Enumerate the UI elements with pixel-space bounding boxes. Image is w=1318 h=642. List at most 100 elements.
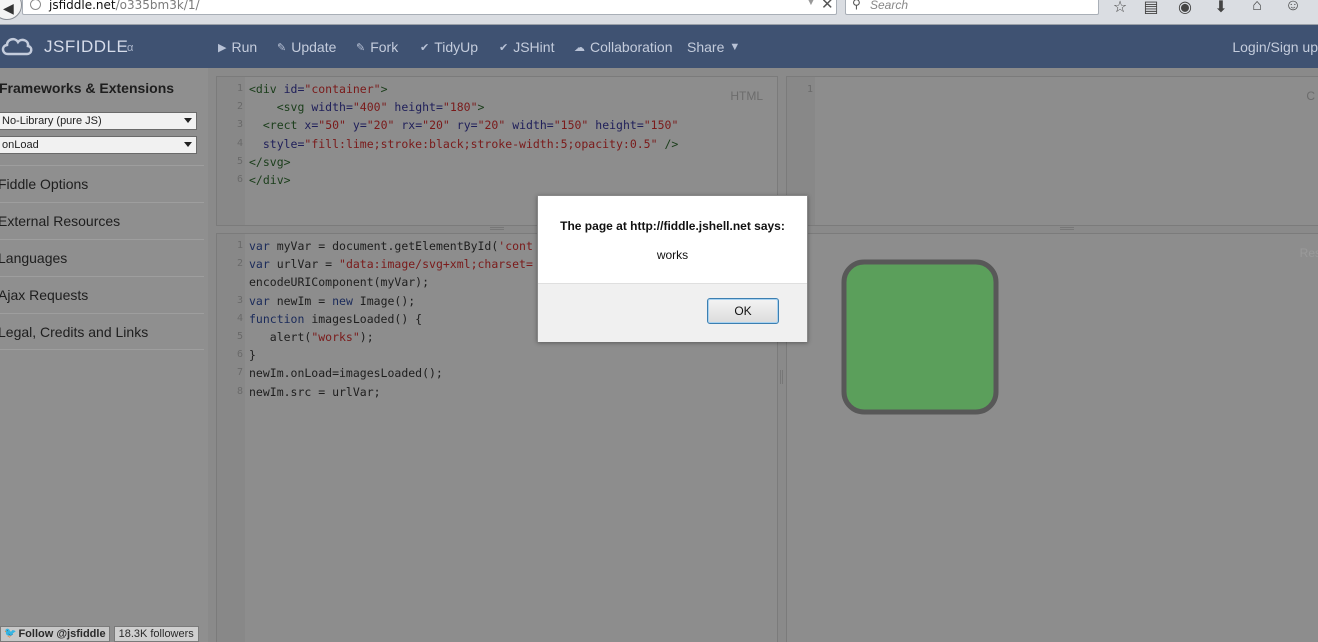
code-text: encodeURIComponent(myVar); bbox=[249, 275, 430, 290]
url-host: jsfiddle.net bbox=[49, 0, 116, 12]
code-text: var urlVar = "data:image/svg+xml;charset… bbox=[249, 257, 533, 272]
sidebar-item-fiddle-options[interactable]: Fiddle Options bbox=[0, 165, 204, 202]
sidebar-item-legal[interactable]: Legal, Credits and Links bbox=[0, 313, 204, 350]
css-editor-panel[interactable]: 1 C bbox=[786, 76, 1318, 226]
sidebar-item-external-resources[interactable]: External Resources bbox=[0, 202, 204, 239]
result-panel-label: Res bbox=[1299, 246, 1318, 260]
line-number: 1 bbox=[806, 84, 813, 95]
url-path: /o335bm3k/1/ bbox=[115, 0, 200, 12]
pocket-icon[interactable]: ◉ bbox=[1175, 0, 1195, 17]
url-text[interactable]: jsfiddle.net/o335bm3k/1/ bbox=[49, 0, 200, 12]
search-icon: ⚲ bbox=[852, 0, 861, 11]
code-text: <rect x="50" y="20" rx="20" ry="20" widt… bbox=[262, 118, 679, 133]
tidyup-button[interactable]: ✔ TidyUp bbox=[420, 39, 478, 55]
code-text: <svg width="400" height="180"> bbox=[276, 100, 485, 115]
line-number: 6 bbox=[236, 349, 243, 361]
bookmarks-list-icon[interactable]: ▤ bbox=[1141, 0, 1161, 17]
caret-down-icon: ▼ bbox=[729, 41, 741, 53]
line-number: 4 bbox=[236, 312, 243, 324]
alert-dialog: The page at http://fiddle.jshell.net say… bbox=[537, 195, 808, 342]
line-number: 1 bbox=[236, 83, 243, 94]
sidebar-item-ajax-requests[interactable]: Ajax Requests bbox=[0, 276, 204, 313]
share-button[interactable]: Share ▼ bbox=[687, 39, 740, 55]
line-number: 5 bbox=[236, 331, 243, 342]
sidebar-item-languages[interactable]: Languages bbox=[0, 239, 204, 276]
collaboration-button[interactable]: ☁ Collaboration bbox=[574, 39, 673, 55]
social-footer: 🐦 Follow @jsfiddle 18.3K followers bbox=[0, 626, 199, 642]
line-number: 6 bbox=[236, 174, 243, 185]
chevron-down-icon bbox=[184, 142, 192, 147]
line-number: 7 bbox=[236, 367, 243, 379]
line-number: 5 bbox=[236, 155, 243, 167]
line-number: 8 bbox=[236, 385, 243, 397]
chevron-down-icon bbox=[184, 118, 192, 123]
smiley-icon[interactable]: ☺ bbox=[1283, 0, 1303, 15]
app-header: JSFIDDLE α ▶ Run ✎ Update ✎ Fork ✔ TidyUp ✔ J… bbox=[0, 25, 1318, 68]
update-button[interactable]: ✎ Update bbox=[277, 39, 336, 55]
resize-handle[interactable] bbox=[780, 370, 783, 384]
follow-label: Follow @jsfiddle bbox=[18, 628, 106, 640]
download-icon[interactable]: ⬇ bbox=[1211, 0, 1231, 17]
frameworks-heading: Frameworks & Extensions bbox=[0, 80, 175, 96]
line-number: 1 bbox=[236, 240, 243, 251]
resize-handle[interactable] bbox=[1060, 227, 1074, 230]
search-input[interactable]: ⚲ Search bbox=[845, 0, 1099, 15]
followers-count: 18.3K followers bbox=[113, 626, 199, 642]
address-bar[interactable]: jsfiddle.net/o335bm3k/1/ ▼ ✕ bbox=[22, 0, 837, 15]
close-icon[interactable]: ✕ bbox=[821, 0, 834, 13]
update-label: Update bbox=[291, 39, 337, 55]
cloud-logo-icon bbox=[1, 37, 33, 56]
line-number: 2 bbox=[236, 101, 243, 113]
browser-toolbar: ◀ jsfiddle.net/o335bm3k/1/ ▼ ✕ ⚲ Search … bbox=[0, 0, 1318, 25]
resize-handle[interactable] bbox=[490, 227, 504, 230]
back-arrow-icon: ◀ bbox=[3, 0, 14, 16]
code-text: </svg> bbox=[249, 154, 291, 169]
ok-button[interactable]: OK bbox=[707, 298, 779, 324]
check-icon: ✔ bbox=[420, 41, 430, 54]
line-number: 4 bbox=[236, 137, 243, 149]
fork-icon: ✎ bbox=[356, 41, 366, 54]
run-button[interactable]: ▶ Run bbox=[218, 39, 257, 55]
line-number: 3 bbox=[236, 294, 243, 306]
version-badge: α bbox=[127, 42, 134, 54]
sidebar: Frameworks & Extensions No-Library (pure… bbox=[0, 68, 208, 642]
fork-button[interactable]: ✎ Fork bbox=[356, 39, 398, 55]
search-placeholder: Search bbox=[870, 0, 909, 12]
back-button[interactable]: ◀ bbox=[0, 0, 22, 20]
check-icon: ✔ bbox=[499, 41, 509, 54]
pencil-icon: ✎ bbox=[277, 41, 287, 54]
line-number: 2 bbox=[236, 258, 243, 270]
login-signup-link[interactable]: Login/Sign up bbox=[1232, 39, 1318, 55]
dialog-message: works bbox=[656, 248, 689, 262]
jshint-button[interactable]: ✔ JSHint bbox=[499, 39, 554, 55]
dialog-footer: OK bbox=[538, 283, 807, 342]
load-type-select[interactable]: onLoad bbox=[0, 136, 197, 154]
css-panel-label: C bbox=[1306, 89, 1315, 103]
fork-label: Fork bbox=[370, 39, 399, 55]
dialog-title: The page at http://fiddle.jshell.net say… bbox=[560, 219, 785, 233]
code-text: <div id="container"> bbox=[249, 82, 388, 96]
app-logo[interactable]: JSFIDDLE bbox=[44, 37, 128, 57]
html-panel-label: HTML bbox=[730, 89, 763, 103]
tidyup-label: TidyUp bbox=[434, 39, 479, 55]
library-select[interactable]: No-Library (pure JS) bbox=[0, 112, 197, 130]
green-rect bbox=[841, 259, 999, 415]
dropdown-arrow-icon[interactable]: ▼ bbox=[806, 0, 816, 8]
library-select-value: No-Library (pure JS) bbox=[2, 115, 102, 127]
line-number: 3 bbox=[236, 119, 243, 131]
people-icon: ☁ bbox=[574, 41, 585, 54]
home-icon[interactable]: ⌂ bbox=[1247, 0, 1267, 15]
collaboration-label: Collaboration bbox=[590, 39, 673, 55]
result-rounded-square bbox=[841, 259, 999, 415]
code-text: } bbox=[249, 348, 256, 363]
globe-icon bbox=[30, 0, 41, 10]
follow-twitter-button[interactable]: 🐦 Follow @jsfiddle bbox=[0, 626, 110, 642]
twitter-bird-icon: 🐦 bbox=[4, 628, 17, 639]
bookmark-star-icon[interactable]: ☆ bbox=[1110, 0, 1130, 17]
play-icon: ▶ bbox=[218, 41, 227, 54]
code-text: function imagesLoaded() { bbox=[249, 311, 423, 326]
load-select-value: onLoad bbox=[2, 139, 39, 151]
code-text: newIm.src = urlVar; bbox=[249, 384, 381, 399]
code-text: style="fill:lime;stroke:black;stroke-wid… bbox=[262, 136, 679, 151]
code-text: var myVar = document.getElementById('con… bbox=[249, 239, 533, 253]
